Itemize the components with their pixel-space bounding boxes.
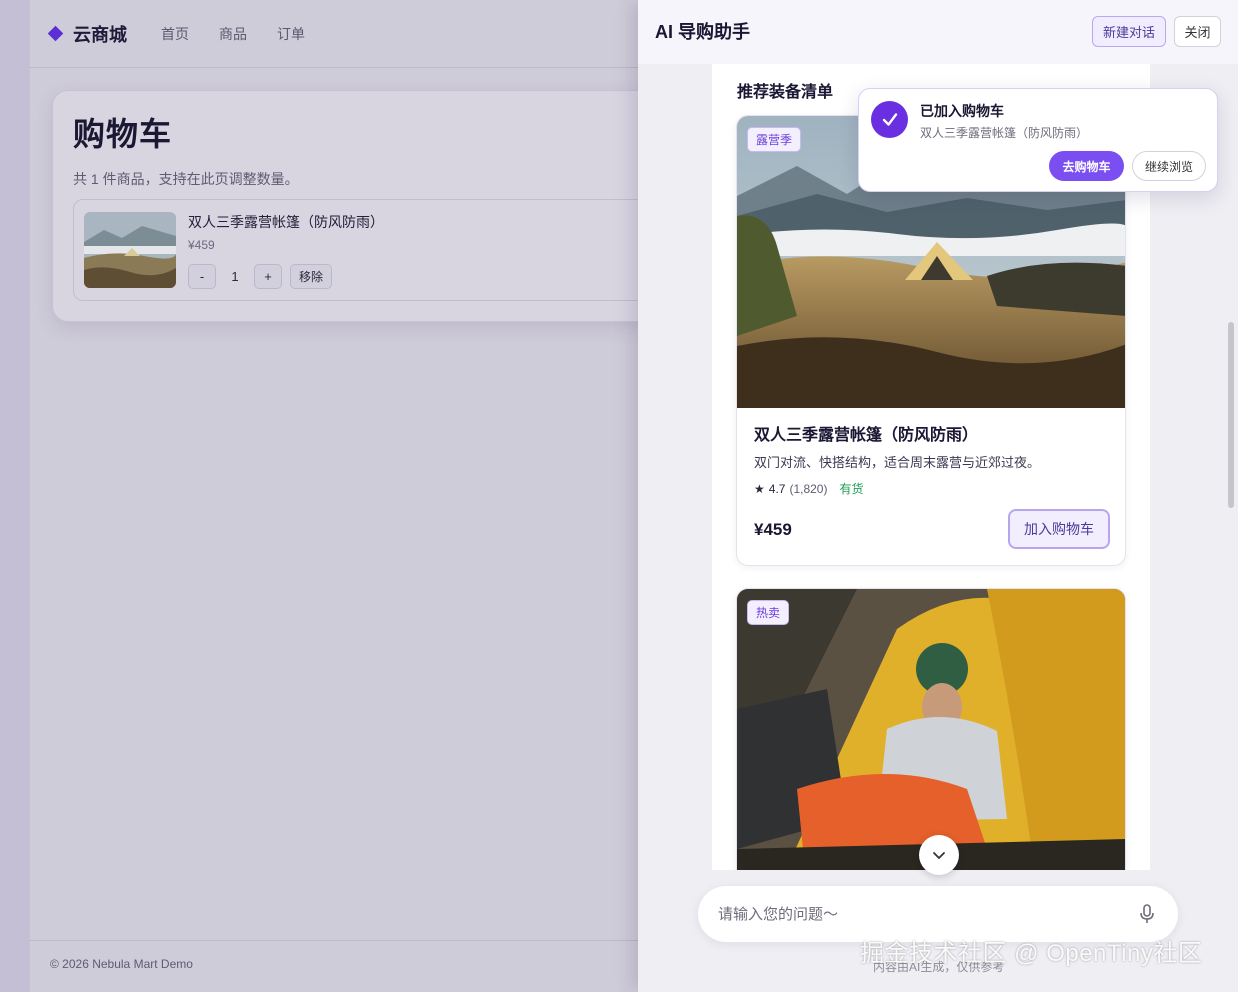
nav-home[interactable]: 首页	[161, 24, 189, 44]
star-icon: ★	[754, 481, 765, 496]
review-count: (1,820)	[789, 481, 828, 496]
product-thumbnail	[84, 212, 176, 288]
product-card: 热卖	[736, 588, 1126, 870]
product-badge: 露营季	[747, 127, 802, 152]
main-nav: 首页 商品 订单	[161, 24, 305, 44]
assistant-title: AI 导购助手	[655, 22, 751, 42]
left-rail	[0, 0, 30, 992]
added-to-cart-toast: 已加入购物车 双人三季露营帐篷（防风防雨） 去购物车 继续浏览	[858, 88, 1218, 192]
scroll-to-bottom-button[interactable]	[919, 835, 959, 875]
new-chat-button[interactable]: 新建对话	[1092, 16, 1166, 47]
check-icon	[871, 101, 908, 138]
top-navbar: 云商城 首页 商品 订单	[30, 0, 640, 68]
cart-item: 双人三季露营帐篷（防风防雨） ¥459 - 1 + 移除	[73, 199, 693, 301]
watermark: 掘金技术社区 @ OpenTiny社区	[860, 940, 1203, 967]
go-to-cart-button[interactable]: 去购物车	[1049, 151, 1124, 181]
chevron-down-icon	[933, 852, 945, 859]
diamond-icon	[47, 25, 64, 42]
toast-product-name: 双人三季露营帐篷（防风防雨）	[920, 126, 1089, 140]
nav-orders[interactable]: 订单	[277, 24, 305, 44]
remove-button[interactable]: 移除	[290, 264, 333, 289]
product-image	[737, 589, 1125, 870]
page-footer: © 2026 Nebula Mart Demo	[30, 940, 640, 992]
product-badge: 热卖	[747, 600, 790, 625]
rating-value: 4.7	[768, 481, 786, 496]
brand-name: 云商城	[73, 24, 127, 45]
assistant-header: AI 导购助手 新建对话 关闭	[638, 0, 1238, 64]
scrollbar[interactable]	[1224, 64, 1238, 870]
storefront-page: 云商城 首页 商品 订单 购物车 共 1 件商品，支持在此页调整数量。 双人三季…	[0, 0, 693, 992]
product-price: ¥459	[754, 520, 792, 539]
toast-title: 已加入购物车	[920, 103, 1004, 119]
product-name[interactable]: 双人三季露营帐篷（防风防雨）	[754, 421, 978, 445]
page-title: 购物车	[73, 116, 173, 152]
brand-logo[interactable]: 云商城	[47, 21, 127, 47]
stock-status: 有货	[839, 482, 864, 496]
decrease-button[interactable]: -	[188, 264, 216, 289]
quantity-stepper: - 1 + 移除	[188, 264, 333, 289]
continue-browsing-button[interactable]: 继续浏览	[1132, 151, 1206, 181]
quantity-value: 1	[231, 269, 239, 284]
cart-card: 购物车 共 1 件商品，支持在此页调整数量。 双人三季露营帐篷（防风防雨） ¥4…	[52, 90, 693, 322]
product-rating: ★ 4.7 (1,820) 有货	[754, 480, 864, 497]
cart-item-name[interactable]: 双人三季露营帐篷（防风防雨）	[188, 212, 384, 232]
add-to-cart-button[interactable]: 加入购物车	[1008, 509, 1110, 549]
cart-item-price: ¥459	[188, 238, 215, 252]
scrollbar-thumb[interactable]	[1228, 322, 1234, 508]
microphone-icon[interactable]	[1135, 902, 1159, 926]
cart-summary: 共 1 件商品，支持在此页调整数量。	[73, 171, 299, 187]
close-button[interactable]: 关闭	[1174, 16, 1221, 47]
product-description: 双门对流、快搭结构，适合周末露营与近郊过夜。	[754, 455, 1041, 470]
increase-button[interactable]: +	[254, 264, 282, 289]
recommendation-title: 推荐装备清单	[737, 84, 834, 101]
nav-products[interactable]: 商品	[219, 24, 247, 44]
